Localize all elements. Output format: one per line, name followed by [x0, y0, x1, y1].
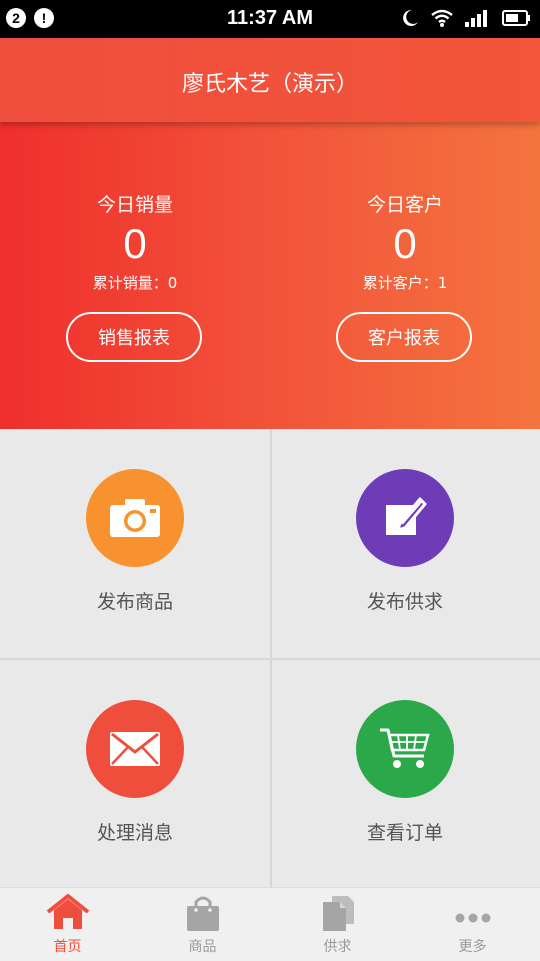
cumulative-customers: 累计客户：1 — [362, 274, 448, 292]
signal-icon — [464, 8, 492, 32]
cart-icon — [356, 700, 454, 798]
tab-home[interactable]: 首页 — [0, 888, 135, 961]
moon-icon — [400, 8, 420, 32]
tab-supply-demand[interactable]: 供求 — [270, 888, 405, 961]
tab-more[interactable]: 更多 — [405, 888, 540, 961]
today-customers-value: 0 — [393, 220, 417, 267]
publish-product-tile[interactable]: 发布商品 — [0, 429, 270, 658]
tab-label: 商品 — [188, 939, 217, 955]
documents-icon — [270, 894, 405, 932]
customer-report-button[interactable]: 客户报表 — [336, 312, 472, 362]
home-icon — [0, 894, 135, 930]
more-icon — [405, 894, 540, 932]
today-sales-label: 今日销量 — [96, 194, 173, 216]
tile-label: 处理消息 — [96, 822, 173, 844]
stats-summary: 今日销量 0 累计销量：0 销售报表 今日客户 0 累计客户：1 客户报表 — [0, 122, 540, 429]
tab-label: 首页 — [53, 939, 82, 955]
shopping-bag-icon — [135, 894, 270, 932]
action-grid: 发布商品 发布供求 处理消息 查看订单 — [0, 429, 540, 887]
battery-icon — [502, 8, 532, 32]
today-customers-label: 今日客户 — [366, 194, 443, 216]
tab-label: 供求 — [323, 939, 352, 955]
cumulative-sales: 累计销量：0 — [92, 274, 178, 292]
wifi-icon — [430, 8, 454, 32]
view-orders-tile[interactable]: 查看订单 — [270, 660, 540, 889]
app-header: 廖氏木艺（演示） — [0, 38, 540, 122]
tab-bar: 首页 商品 供求 更多 — [0, 887, 540, 961]
tab-label: 更多 — [458, 939, 487, 955]
tile-label: 发布供求 — [366, 591, 443, 613]
status-bar: 2 ! 11:37 AM — [0, 0, 540, 38]
tab-products[interactable]: 商品 — [135, 888, 270, 961]
edit-icon — [356, 469, 454, 567]
today-sales-value: 0 — [123, 220, 147, 267]
tile-label: 发布商品 — [96, 591, 173, 613]
camera-icon — [86, 469, 184, 567]
sales-report-button[interactable]: 销售报表 — [66, 312, 202, 362]
handle-messages-tile[interactable]: 处理消息 — [0, 660, 270, 889]
tile-label: 查看订单 — [366, 822, 443, 844]
grid-divider — [0, 658, 540, 660]
mail-icon — [86, 700, 184, 798]
page-title: 廖氏木艺（演示） — [181, 72, 358, 97]
publish-supply-demand-tile[interactable]: 发布供求 — [270, 429, 540, 658]
